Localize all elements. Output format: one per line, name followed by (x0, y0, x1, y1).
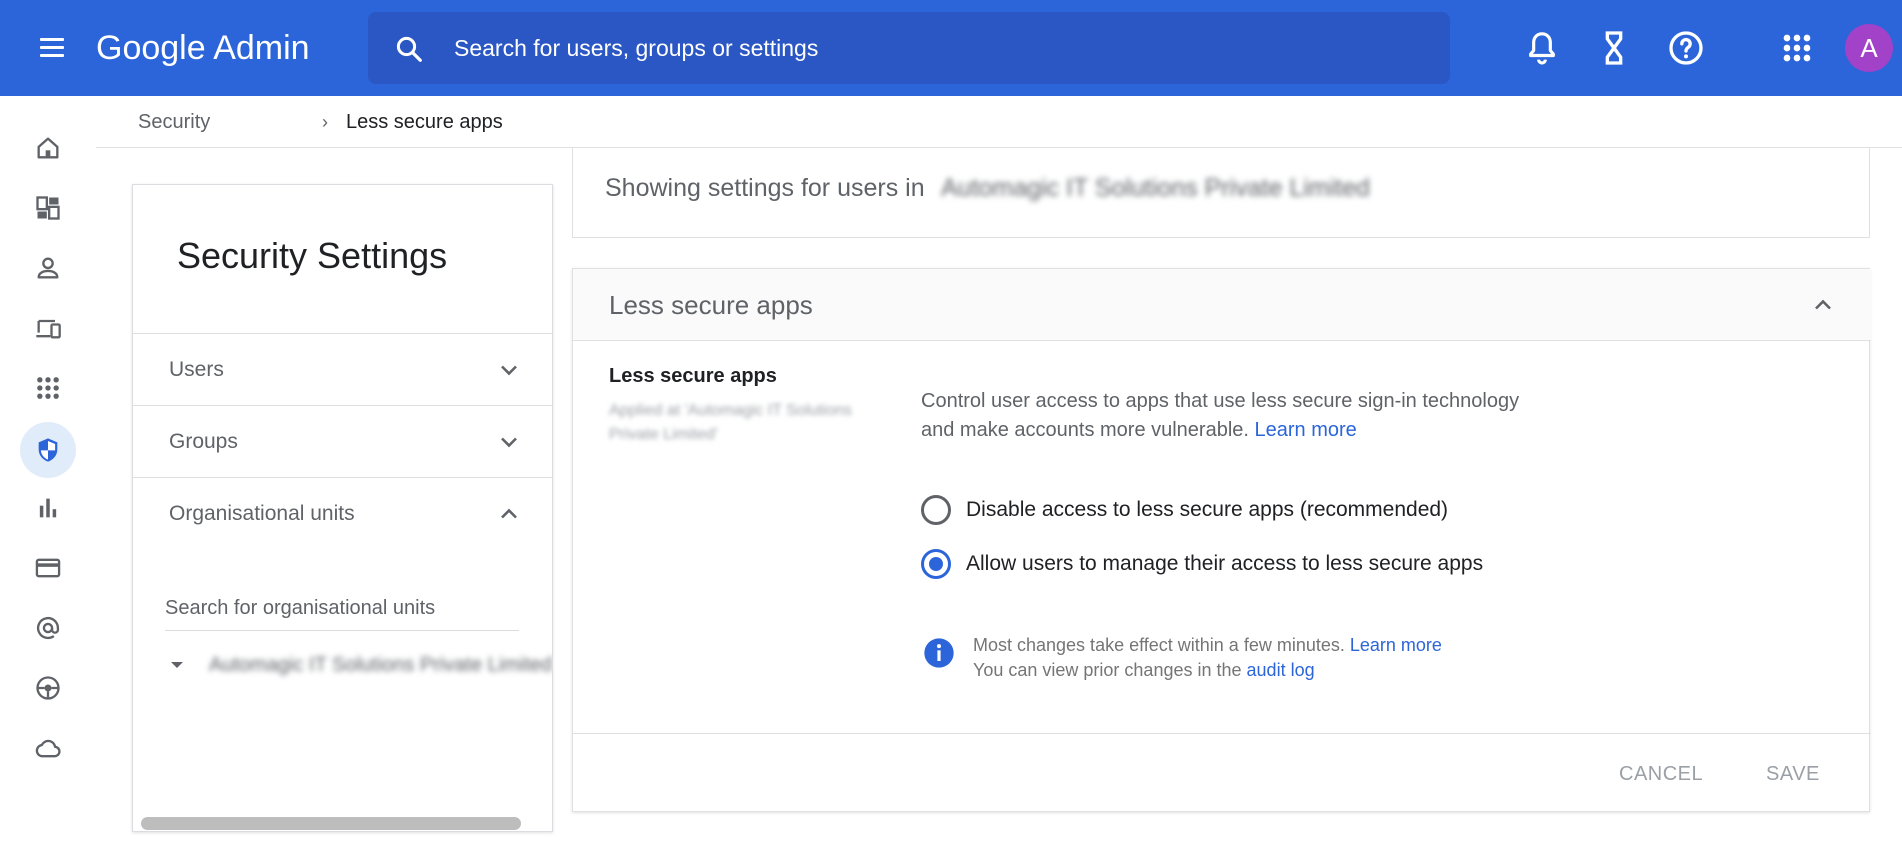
learn-more-link[interactable]: Learn more (1255, 419, 1357, 441)
card-header[interactable]: Less secure apps (573, 269, 1871, 341)
setting-name: Less secure apps (609, 365, 777, 387)
search-icon (396, 36, 422, 62)
breadcrumb: Security › Less secure apps (96, 96, 1902, 148)
collapse-chevron-up-icon[interactable] (1809, 291, 1837, 319)
radio-button[interactable] (921, 495, 951, 525)
info-message: Most changes take effect within a few mi… (973, 633, 1593, 683)
ou-search-placeholder: Search for organisational units (165, 597, 436, 619)
applied-at: Applied at 'Automagic IT Solutions Priva… (609, 402, 852, 443)
filter-users[interactable]: Users (133, 333, 552, 405)
main-menu-icon[interactable] (36, 32, 68, 64)
search-bar[interactable]: Search for users, groups or settings (368, 12, 1450, 84)
dashboard-icon (36, 196, 60, 220)
breadcrumb-security-link[interactable]: Security (138, 96, 210, 148)
radio-button-selected[interactable] (921, 549, 951, 579)
breadcrumb-current: Less secure apps (346, 111, 503, 133)
save-button[interactable]: SAVE (1766, 756, 1820, 792)
ou-search-input[interactable]: Search for organisational units (165, 585, 519, 631)
rail-devices[interactable] (20, 300, 76, 356)
caret-down-icon[interactable] (169, 657, 185, 673)
rail-users[interactable] (20, 240, 76, 296)
user-icon (37, 257, 59, 279)
setting-description: Control user access to apps that use les… (921, 387, 1541, 445)
scope-prefix: Showing settings for users in (605, 174, 925, 202)
reports-icon (39, 498, 57, 518)
audit-log-link[interactable]: audit log (1247, 660, 1315, 680)
cancel-button[interactable]: CANCEL (1619, 756, 1703, 792)
home-icon (37, 137, 59, 159)
info-line1: Most changes take effect within a few mi… (973, 635, 1345, 655)
help-icon[interactable] (1666, 28, 1706, 68)
rail-account[interactable] (20, 600, 76, 656)
apps-grid-icon[interactable] (1777, 28, 1817, 68)
rail-reports[interactable] (20, 480, 76, 536)
search-input[interactable]: Search for users, groups or settings (454, 12, 818, 84)
filter-groups[interactable]: Groups (133, 405, 552, 477)
info-line2: You can view prior changes in the (973, 660, 1242, 680)
info-icon (924, 638, 954, 668)
filter-groups-label: Groups (169, 430, 238, 453)
less-secure-apps-card: Less secure apps Less secure apps Applie… (572, 268, 1871, 813)
ou-root-name[interactable]: Automagic IT Solutions Private Limited (209, 647, 552, 683)
rail-home[interactable] (20, 120, 76, 176)
chevron-down-icon (501, 437, 517, 448)
billing-icon (35, 558, 61, 578)
filter-ou-label: Organisational units (169, 502, 355, 525)
ou-tree-root[interactable]: Automagic IT Solutions Private Limited (169, 647, 552, 683)
cloud-icon (35, 739, 61, 758)
info-learn-more-link[interactable]: Learn more (1350, 635, 1442, 655)
rules-icon (36, 676, 60, 700)
notifications-icon[interactable] (1522, 28, 1562, 68)
rail-storage[interactable] (20, 720, 76, 776)
rail-billing[interactable] (20, 540, 76, 596)
rail-dashboard[interactable] (20, 180, 76, 236)
card-footer: CANCEL SAVE (573, 733, 1871, 813)
card-title: Less secure apps (609, 290, 813, 320)
rail-rules[interactable] (20, 660, 76, 716)
filter-organisational-units[interactable]: Organisational units (133, 477, 552, 549)
rail-security[interactable] (20, 422, 76, 478)
security-shield-icon (38, 438, 58, 462)
rail-apps[interactable] (20, 360, 76, 416)
security-settings-panel: Security Settings Users Groups Organisat… (132, 184, 553, 832)
chevron-up-icon (501, 508, 517, 519)
scope-org-name: Automagic IT Solutions Private Limited (941, 174, 1370, 202)
description-text: Control user access to apps that use les… (921, 390, 1520, 441)
chevron-down-icon (501, 365, 517, 376)
option-disable-label[interactable]: Disable access to less secure apps (reco… (966, 493, 1448, 527)
apps-icon (37, 377, 59, 399)
account-at-icon (36, 616, 60, 640)
devices-icon (36, 319, 61, 339)
breadcrumb-separator: › (322, 112, 328, 132)
scope-card: Showing settings for users in Automagic … (572, 148, 1870, 238)
option-allow-label[interactable]: Allow users to manage their access to le… (966, 547, 1483, 581)
app-logo[interactable]: Google Admin (96, 26, 310, 70)
filter-users-label: Users (169, 358, 224, 381)
account-avatar[interactable]: A (1845, 24, 1893, 72)
horizontal-scrollbar[interactable] (141, 817, 521, 830)
top-app-bar: Google Admin Search for users, groups or… (0, 0, 1902, 96)
tasks-hourglass-icon[interactable] (1594, 28, 1634, 68)
panel-title: Security Settings (177, 235, 448, 276)
